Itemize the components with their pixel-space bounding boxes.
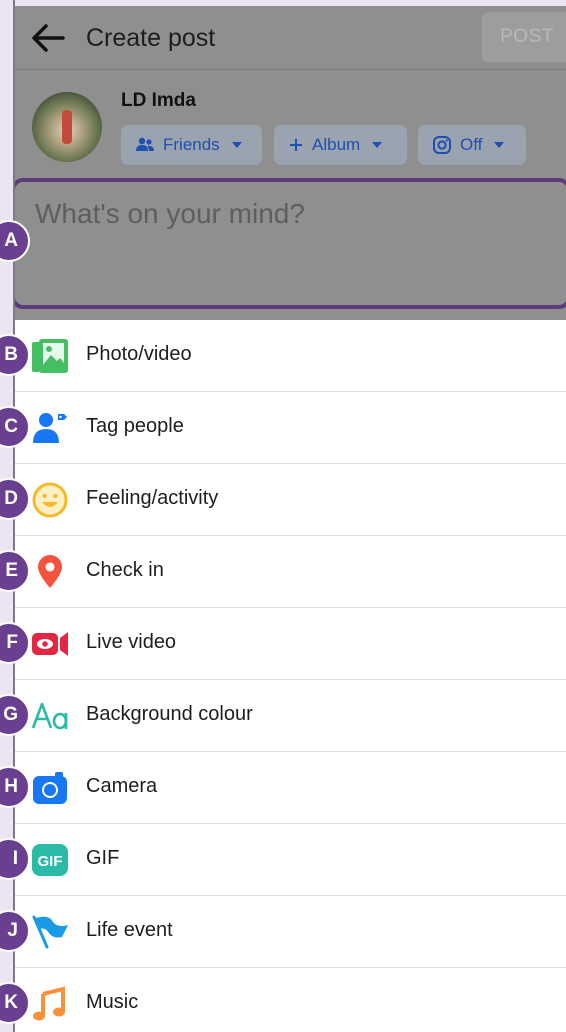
post-button[interactable]: POST [482,12,566,62]
photo-video-icon [32,339,68,373]
option-camera[interactable]: Camera [15,752,566,824]
back-arrow-icon[interactable] [31,23,65,53]
live-video-icon [32,632,68,656]
option-label: Camera [86,775,158,797]
gif-icon: GIF [32,844,68,876]
page-title: Create post [86,24,216,52]
option-label: Life event [86,919,173,941]
post-options-list: Photo/video Tag people Feeling/activity [15,320,566,1032]
dropdown-caret-icon [231,142,242,148]
audience-label: Friends [163,135,220,154]
option-label: Tag people [86,415,184,437]
instagram-share-toggle[interactable]: Off [418,125,526,165]
album-selector-button[interactable]: Album [274,125,407,165]
option-feeling-activity[interactable]: Feeling/activity [15,464,566,536]
tag-people-icon [33,413,67,443]
music-note-icon [33,986,65,1021]
camera-icon [33,772,67,804]
feeling-smiley-icon [32,482,68,518]
option-photo-video[interactable]: Photo/video [15,320,566,392]
option-label: GIF [86,847,120,869]
audience-selector-button[interactable]: Friends [121,125,262,165]
location-pin-icon [38,555,62,588]
post-text-input[interactable]: What's on your mind? [15,178,566,309]
dropdown-caret-icon [494,142,505,148]
option-live-video[interactable]: Live video [15,608,566,680]
create-post-panel: Create post POST LD Imda Friends Album O… [15,0,566,1032]
option-label: Check in [86,559,164,581]
option-tag-people[interactable]: Tag people [15,392,566,464]
avatar[interactable] [32,92,102,162]
life-event-flag-icon [32,915,68,949]
option-label: Photo/video [86,343,192,365]
composer-placeholder: What's on your mind? [35,198,305,229]
dropdown-caret-icon [372,142,383,148]
album-label: Album [312,135,361,154]
plus-icon [290,139,302,151]
option-label: Feeling/activity [86,487,219,509]
instagram-label: Off [460,135,483,154]
option-background-colour[interactable]: Background colour [15,680,566,752]
background-text-icon [31,702,68,730]
option-check-in[interactable]: Check in [15,536,566,608]
option-life-event[interactable]: Life event [15,896,566,968]
option-label: Live video [86,631,177,653]
option-music[interactable]: Music [15,968,566,1032]
header-divider [15,69,566,70]
option-label: Music [86,991,139,1013]
user-name: LD Imda [121,90,196,111]
option-gif[interactable]: GIF GIF [15,824,566,896]
option-label: Background colour [86,703,253,725]
friends-icon [136,137,154,151]
svg-text:GIF: GIF [38,853,63,870]
header-bar: Create post POST [15,6,566,70]
instagram-icon [433,136,451,154]
avatar-photo-subject [62,110,72,144]
